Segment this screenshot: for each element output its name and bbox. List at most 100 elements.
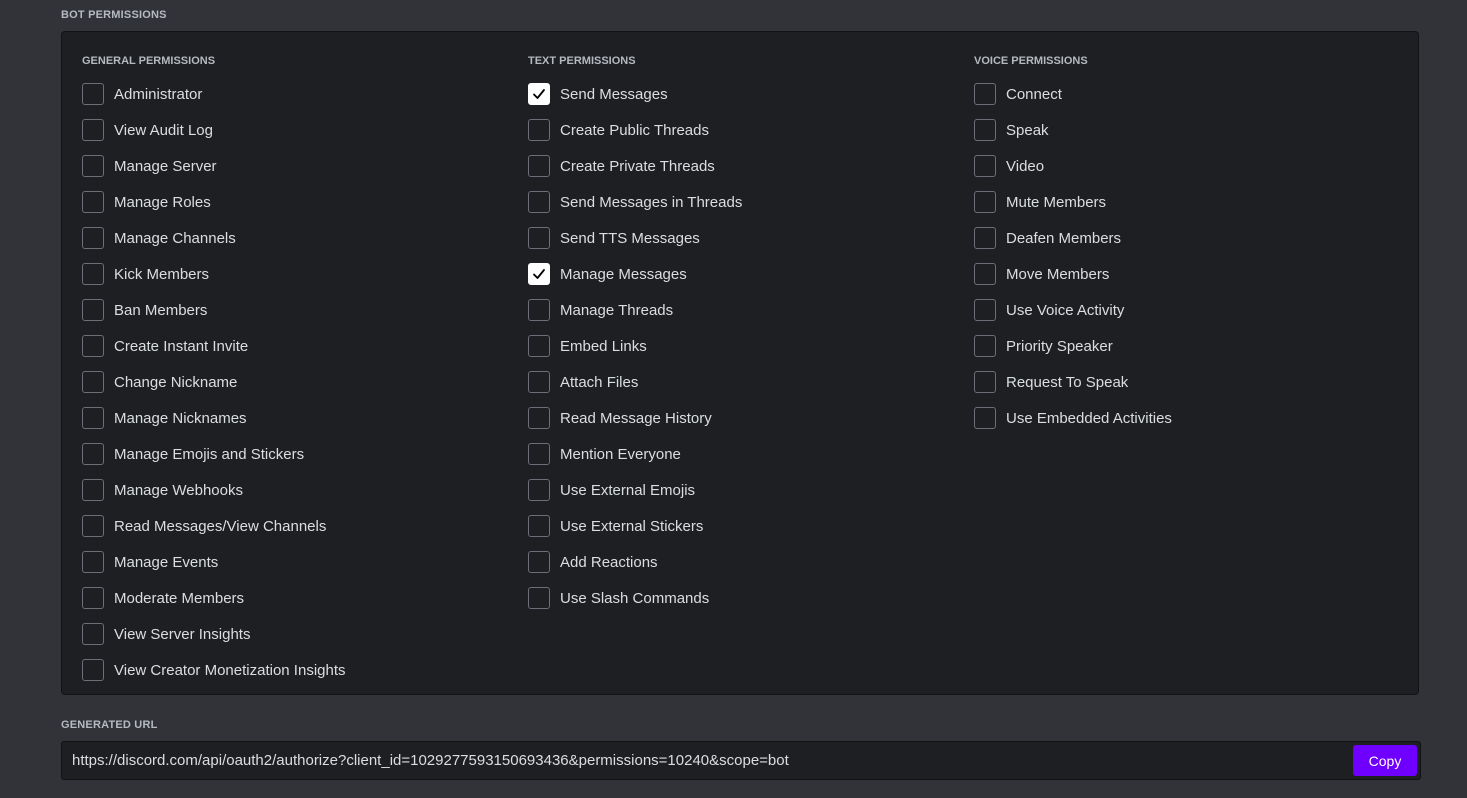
permission-checkbox[interactable] <box>974 371 996 393</box>
permission-use-external-stickers[interactable]: Use External Stickers <box>528 508 742 544</box>
permission-checkbox[interactable] <box>82 407 104 429</box>
permission-deafen-members[interactable]: Deafen Members <box>974 220 1172 256</box>
permission-view-server-insights[interactable]: View Server Insights <box>82 616 346 652</box>
permission-speak[interactable]: Speak <box>974 112 1172 148</box>
permission-checkbox[interactable] <box>528 119 550 141</box>
permission-checkbox[interactable] <box>528 155 550 177</box>
permission-manage-messages[interactable]: Manage Messages <box>528 256 742 292</box>
permission-manage-emojis-and-stickers[interactable]: Manage Emojis and Stickers <box>82 436 346 472</box>
permission-use-embedded-activities[interactable]: Use Embedded Activities <box>974 400 1172 436</box>
permission-checkbox[interactable] <box>528 407 550 429</box>
permission-checkbox[interactable] <box>974 407 996 429</box>
permission-label: Video <box>1006 157 1045 175</box>
permission-label: View Creator Monetization Insights <box>114 661 346 679</box>
permission-create-public-threads[interactable]: Create Public Threads <box>528 112 742 148</box>
permission-use-slash-commands[interactable]: Use Slash Commands <box>528 580 742 616</box>
permission-view-creator-monetization-insights[interactable]: View Creator Monetization Insights <box>82 652 346 688</box>
permission-checkbox[interactable] <box>82 479 104 501</box>
permission-checkbox[interactable] <box>974 191 996 213</box>
permission-label: Connect <box>1006 85 1062 103</box>
permission-administrator[interactable]: Administrator <box>82 76 346 112</box>
permission-connect[interactable]: Connect <box>974 76 1172 112</box>
permission-use-voice-activity[interactable]: Use Voice Activity <box>974 292 1172 328</box>
permission-manage-events[interactable]: Manage Events <box>82 544 346 580</box>
permission-mention-everyone[interactable]: Mention Everyone <box>528 436 742 472</box>
permission-attach-files[interactable]: Attach Files <box>528 364 742 400</box>
permission-checkbox[interactable] <box>974 227 996 249</box>
permission-label: Use External Emojis <box>560 481 696 499</box>
permission-checkbox[interactable] <box>528 263 550 285</box>
permission-label: Manage Emojis and Stickers <box>114 445 305 463</box>
permission-checkbox[interactable] <box>82 443 104 465</box>
permission-checkbox[interactable] <box>528 83 550 105</box>
permission-checkbox[interactable] <box>82 119 104 141</box>
permission-send-messages-in-threads[interactable]: Send Messages in Threads <box>528 184 742 220</box>
permission-add-reactions[interactable]: Add Reactions <box>528 544 742 580</box>
permission-checkbox[interactable] <box>528 443 550 465</box>
permission-checkbox[interactable] <box>974 299 996 321</box>
permission-read-message-history[interactable]: Read Message History <box>528 400 742 436</box>
permission-move-members[interactable]: Move Members <box>974 256 1172 292</box>
permission-manage-server[interactable]: Manage Server <box>82 148 346 184</box>
permission-checkbox[interactable] <box>974 83 996 105</box>
permission-manage-webhooks[interactable]: Manage Webhooks <box>82 472 346 508</box>
permission-label: Mute Members <box>1006 193 1107 211</box>
permission-checkbox[interactable] <box>82 83 104 105</box>
permission-checkbox[interactable] <box>82 191 104 213</box>
permission-view-audit-log[interactable]: View Audit Log <box>82 112 346 148</box>
permission-checkbox[interactable] <box>974 155 996 177</box>
permission-ban-members[interactable]: Ban Members <box>82 292 346 328</box>
permission-checkbox[interactable] <box>82 551 104 573</box>
permission-checkbox[interactable] <box>82 371 104 393</box>
permission-checkbox[interactable] <box>974 335 996 357</box>
permission-checkbox[interactable] <box>528 515 550 537</box>
permission-label: Manage Server <box>114 157 217 175</box>
permission-checkbox[interactable] <box>82 623 104 645</box>
permission-send-tts-messages[interactable]: Send TTS Messages <box>528 220 742 256</box>
permission-manage-roles[interactable]: Manage Roles <box>82 184 346 220</box>
permission-send-messages[interactable]: Send Messages <box>528 76 742 112</box>
permission-label: Attach Files <box>560 373 639 391</box>
permission-checkbox[interactable] <box>82 587 104 609</box>
permission-manage-nicknames[interactable]: Manage Nicknames <box>82 400 346 436</box>
permission-checkbox[interactable] <box>528 551 550 573</box>
permission-read-messages-view-channels[interactable]: Read Messages/View Channels <box>82 508 346 544</box>
permission-checkbox[interactable] <box>528 479 550 501</box>
permission-request-to-speak[interactable]: Request To Speak <box>974 364 1172 400</box>
permission-checkbox[interactable] <box>82 155 104 177</box>
permission-checkbox[interactable] <box>528 587 550 609</box>
permission-change-nickname[interactable]: Change Nickname <box>82 364 346 400</box>
permission-label: Add Reactions <box>560 553 658 571</box>
permission-manage-channels[interactable]: Manage Channels <box>82 220 346 256</box>
permission-use-external-emojis[interactable]: Use External Emojis <box>528 472 742 508</box>
generated-url-text[interactable]: https://discord.com/api/oauth2/authorize… <box>72 742 789 780</box>
permission-create-private-threads[interactable]: Create Private Threads <box>528 148 742 184</box>
permission-checkbox[interactable] <box>82 227 104 249</box>
permission-label: Administrator <box>114 85 203 103</box>
permission-create-instant-invite[interactable]: Create Instant Invite <box>82 328 346 364</box>
permission-checkbox[interactable] <box>528 299 550 321</box>
permission-checkbox[interactable] <box>82 335 104 357</box>
permission-checkbox[interactable] <box>82 299 104 321</box>
permission-checkbox[interactable] <box>974 119 996 141</box>
permission-checkbox[interactable] <box>528 371 550 393</box>
permission-priority-speaker[interactable]: Priority Speaker <box>974 328 1172 364</box>
permission-checkbox[interactable] <box>974 263 996 285</box>
permission-checkbox[interactable] <box>528 335 550 357</box>
generated-url-field[interactable]: https://discord.com/api/oauth2/authorize… <box>61 741 1421 780</box>
permission-label: Manage Nicknames <box>114 409 247 427</box>
permission-mute-members[interactable]: Mute Members <box>974 184 1172 220</box>
permission-video[interactable]: Video <box>974 148 1172 184</box>
permission-checkbox[interactable] <box>528 227 550 249</box>
permission-embed-links[interactable]: Embed Links <box>528 328 742 364</box>
permission-label: Create Public Threads <box>560 121 709 139</box>
copy-button[interactable]: Copy <box>1353 745 1417 776</box>
permission-moderate-members[interactable]: Moderate Members <box>82 580 346 616</box>
permission-checkbox[interactable] <box>528 191 550 213</box>
permission-checkbox[interactable] <box>82 515 104 537</box>
permission-manage-threads[interactable]: Manage Threads <box>528 292 742 328</box>
permission-label: Send Messages <box>560 85 668 103</box>
permission-checkbox[interactable] <box>82 263 104 285</box>
permission-checkbox[interactable] <box>82 659 104 681</box>
permission-kick-members[interactable]: Kick Members <box>82 256 346 292</box>
